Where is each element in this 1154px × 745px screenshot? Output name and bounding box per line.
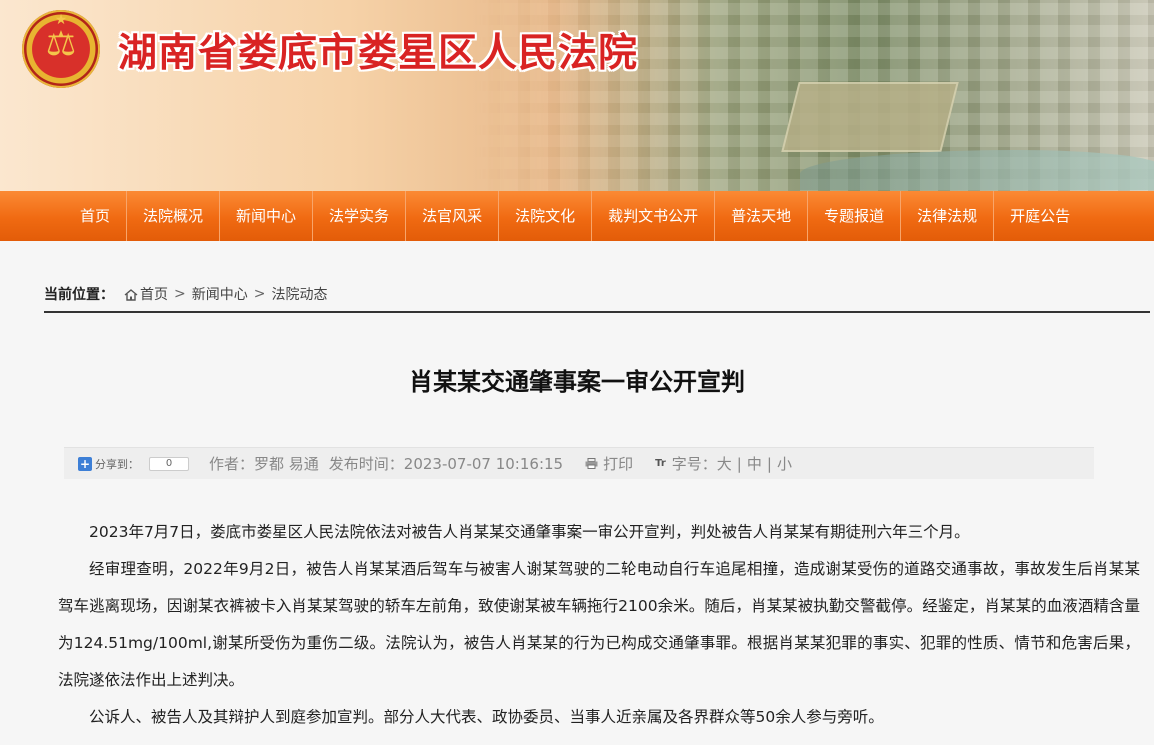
nav-item-home[interactable]: 首页 xyxy=(64,191,128,241)
breadcrumb: 当前位置： 首页 > 新闻中心 > 法院动态 xyxy=(44,277,1150,313)
font-size-label: 字号： xyxy=(671,455,717,473)
court-name-logo[interactable]: 湖南省娄底市娄星区人民法院 xyxy=(118,22,638,78)
share-widget[interactable]: + 分享到： 0 xyxy=(78,456,189,472)
article-paragraph: 2023年7月7日，娄底市娄星区人民法院依法对被告人肖某某交通肇事案一审公开宣判… xyxy=(89,523,970,541)
nav-item-legal-practice[interactable]: 法学实务 xyxy=(313,191,407,241)
nav-item-special-reports[interactable]: 专题报道 xyxy=(808,191,902,241)
print-label[interactable]: 打印 xyxy=(603,453,633,474)
nav-item-hearing-notices[interactable]: 开庭公告 xyxy=(994,191,1086,241)
font-large-button[interactable]: 大 xyxy=(717,453,732,474)
article-author: 作者：罗都 易通 xyxy=(209,455,319,473)
nav-item-legal-education[interactable]: 普法天地 xyxy=(715,191,809,241)
nav-item-news-center[interactable]: 新闻中心 xyxy=(220,191,314,241)
breadcrumb-separator: > xyxy=(174,286,186,302)
sports-field-photo xyxy=(781,82,959,152)
home-icon[interactable] xyxy=(124,289,138,301)
court-emblem-icon: ★ ⚖ xyxy=(22,10,100,88)
article-paragraph: 经审理查明，2022年9月2日，被告人肖某某酒后驾车与被害人谢某驾驶的二轮电动自… xyxy=(58,560,1140,689)
print-button[interactable]: 打印 xyxy=(585,453,633,474)
article-title: 肖某某交通肇事案一审公开宣判 xyxy=(409,368,745,396)
nav-item-judgments[interactable]: 裁判文书公开 xyxy=(592,191,716,241)
article-body: 2023年7月7日，娄底市娄星区人民法院依法对被告人肖某某交通肇事案一审公开宣判… xyxy=(58,514,1140,736)
breadcrumb-court-news[interactable]: 法院动态 xyxy=(271,284,327,304)
breadcrumb-separator: > xyxy=(253,286,266,302)
font-small-button[interactable]: 小 xyxy=(777,453,792,474)
header-banner: ★ ⚖ 湖南省娄底市娄星区人民法院 xyxy=(0,0,1154,191)
article-paragraph: 公诉人、被告人及其辩护人到庭参加宣判。部分人大代表、政协委员、当事人近亲属及各界… xyxy=(89,708,884,726)
breadcrumb-home[interactable]: 首页 xyxy=(140,284,168,304)
font-size-icon: Tr xyxy=(655,458,666,469)
breadcrumb-news-center[interactable]: 新闻中心 xyxy=(192,284,248,304)
font-separator: | xyxy=(736,454,742,473)
font-size-control: Tr 字号： 大 | 中 | 小 xyxy=(655,453,792,474)
article-meta-bar: + 分享到： 0 作者：罗都 易通 发布时间：2023-07-07 10:16:… xyxy=(64,447,1094,479)
share-count: 0 xyxy=(149,456,189,471)
article-publish-time: 发布时间：2023-07-07 10:16:15 xyxy=(328,455,564,473)
font-separator: | xyxy=(766,454,772,473)
nav-item-judges[interactable]: 法官风采 xyxy=(406,191,500,241)
nav-item-court-overview[interactable]: 法院概况 xyxy=(127,191,221,241)
nav-item-laws[interactable]: 法律法规 xyxy=(901,191,995,241)
share-plus-icon[interactable]: + xyxy=(78,456,92,471)
printer-icon xyxy=(585,458,598,469)
nav-item-court-culture[interactable]: 法院文化 xyxy=(499,191,593,241)
share-label[interactable]: 分享到： xyxy=(95,456,139,472)
breadcrumb-label: 当前位置： xyxy=(44,287,114,303)
main-nav: 首页 法院概况 新闻中心 法学实务 法官风采 法院文化 裁判文书公开 普法天地 … xyxy=(0,191,1154,241)
font-medium-button[interactable]: 中 xyxy=(747,453,762,474)
